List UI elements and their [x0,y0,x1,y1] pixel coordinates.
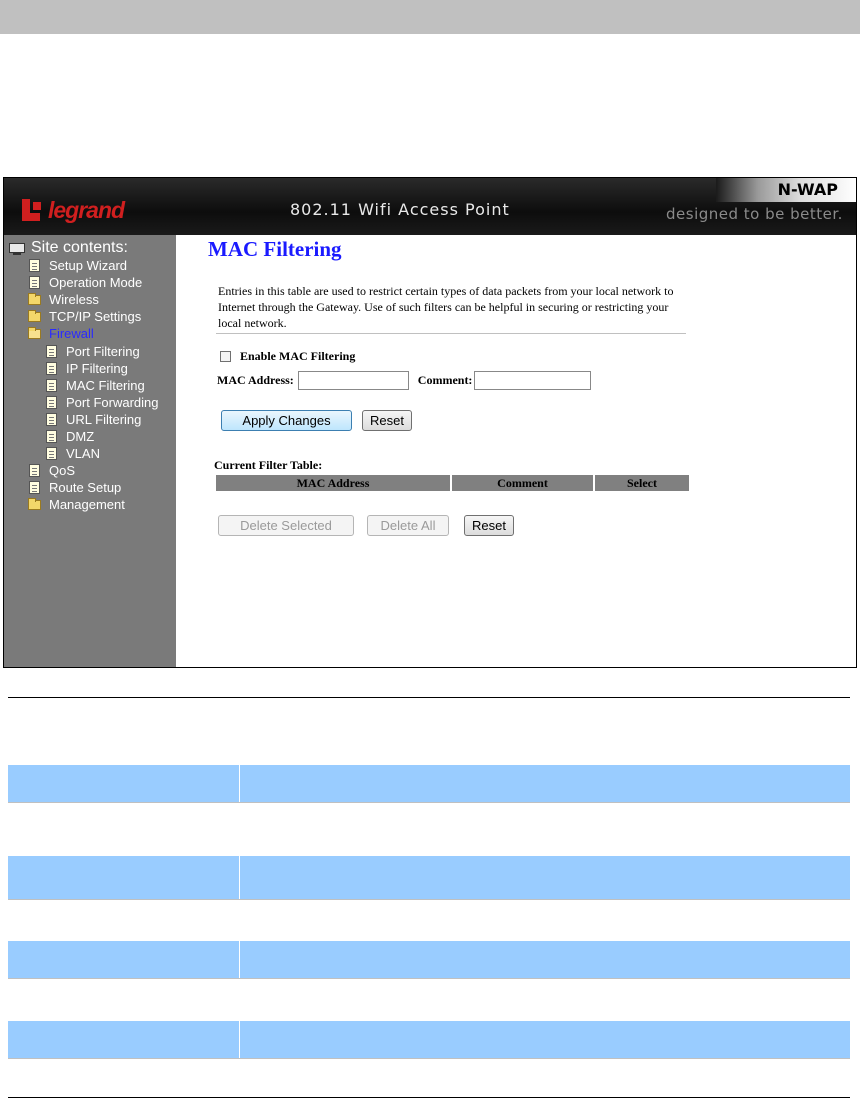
table-cell [8,856,240,899]
sidebar-item-label: Operation Mode [49,275,143,290]
sidebar-item-wireless[interactable]: Wireless [28,292,99,307]
sidebar-item-vlan[interactable]: VLAN [46,446,100,461]
sidebar-item-management[interactable]: Management [28,497,125,512]
tagline: designed to be better. [666,205,843,223]
document-icon [29,276,40,289]
page-title: MAC Filtering [208,237,342,261]
sidebar-item-tcpip-settings[interactable]: TCP/IP Settings [28,309,141,324]
sidebar-item-url-filtering[interactable]: URL Filtering [46,412,141,427]
sidebar-item-label: Port Forwarding [66,395,159,410]
document-rule-top [8,697,850,698]
reset-table-button[interactable]: Reset [464,515,514,536]
sidebar-item-port-filtering[interactable]: Port Filtering [46,344,140,359]
folder-icon [28,292,41,305]
banner-title: 802.11 Wifi Access Point [290,200,510,219]
enable-mac-filtering-checkbox[interactable] [220,351,231,362]
sidebar-item-label: Port Filtering [66,344,140,359]
sidebar-item-qos[interactable]: QoS [29,463,75,478]
document-icon [29,259,40,272]
reset-button[interactable]: Reset [362,410,412,431]
column-header-select: Select [595,475,689,491]
document-icon [46,430,57,443]
screenshot-frame: legrand 802.11 Wifi Access Point N-WAP d… [3,177,857,668]
filter-table-header: MAC Address Comment Select [216,475,689,491]
sidebar-item-ip-filtering[interactable]: IP Filtering [46,361,128,376]
sidebar-root: Site contents: [9,239,128,257]
sidebar-item-label: QoS [49,463,76,478]
sidebar-root-label: Site contents: [31,239,128,256]
sidebar-item-dmz[interactable]: DMZ [46,429,94,444]
apply-changes-button[interactable]: Apply Changes [221,410,352,431]
folder-icon [28,309,41,322]
sidebar-item-label: IP Filtering [66,361,128,376]
document-table-row [8,765,850,803]
document-icon [46,447,57,460]
logo-text: legrand [48,196,125,223]
sidebar-item-label: Route Setup [49,480,122,495]
header-banner: legrand 802.11 Wifi Access Point N-WAP d… [4,178,856,235]
document-icon [46,396,57,409]
sidebar-item-setup-wizard[interactable]: Setup Wizard [29,258,127,273]
table-cell [8,941,240,978]
main-content: MAC Filtering Entries in this table are … [176,235,856,667]
document-icon [46,413,57,426]
comment-input[interactable] [474,371,592,390]
document-header-bar [0,0,860,34]
sidebar-item-route-setup[interactable]: Route Setup [29,480,121,495]
sidebar-item-label: MAC Filtering [66,378,145,393]
delete-selected-button[interactable]: Delete Selected [218,515,354,536]
sidebar-item-label: Setup Wizard [49,258,128,273]
current-filter-table-title: Current Filter Table: [214,458,323,472]
sidebar-item-label: Firewall [49,326,94,341]
sidebar-item-operation-mode[interactable]: Operation Mode [29,275,142,290]
page-description: Entries in this table are used to restri… [218,284,674,330]
delete-all-button[interactable]: Delete All [367,515,449,536]
sidebar-item-mac-filtering[interactable]: MAC Filtering [46,378,145,393]
document-icon [46,345,57,358]
table-cell [8,1021,240,1058]
sidebar-item-firewall[interactable]: Firewall [28,326,94,341]
folder-icon [28,497,41,510]
mac-address-input[interactable] [297,371,409,390]
document-table-row [8,941,850,979]
comment-label: Comment: [417,373,473,387]
document-rule-bottom [8,1097,850,1098]
computer-icon [9,243,25,255]
divider [216,333,686,334]
document-icon [29,464,40,477]
sidebar-item-port-forwarding[interactable]: Port Forwarding [46,395,158,410]
sidebar-item-label: TCP/IP Settings [49,309,142,324]
sidebar-item-label: DMZ [66,429,95,444]
table-cell [8,765,240,802]
document-icon [46,379,57,392]
legrand-logo: legrand [22,196,125,224]
sidebar-item-label: VLAN [66,446,100,461]
brand-name: N-WAP [777,180,838,199]
document-icon [29,481,40,494]
enable-mac-filtering-row: Enable MAC Filtering [220,349,355,364]
mac-comment-row: MAC Address: Comment: [217,371,592,390]
sidebar-item-label: Wireless [49,292,99,307]
sidebar-item-label: Management [49,497,125,512]
column-header-comment: Comment [452,475,595,491]
brand-box: N-WAP [716,178,856,202]
open-folder-icon [28,326,41,339]
mac-address-label: MAC Address: [217,373,294,387]
document-table-row [8,1021,850,1059]
column-header-mac-address: MAC Address [216,475,452,491]
document-icon [46,362,57,375]
legrand-logo-icon [22,199,44,221]
sidebar: Site contents: Setup Wizard Operation Mo… [4,235,176,667]
enable-mac-filtering-label: Enable MAC Filtering [240,349,356,363]
document-table-row [8,856,850,900]
sidebar-item-label: URL Filtering [66,412,142,427]
